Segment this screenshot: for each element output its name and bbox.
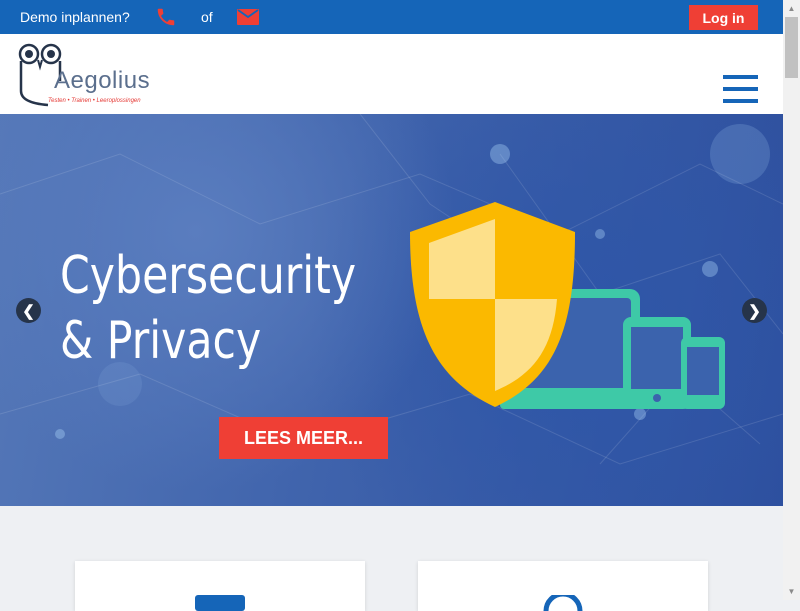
phone-icon[interactable] xyxy=(155,6,177,28)
laptop-icon xyxy=(195,595,245,611)
lees-meer-button[interactable]: LEES MEER... xyxy=(219,417,388,459)
chevron-left-icon[interactable]: ❮ xyxy=(16,298,41,323)
login-button[interactable]: Log in xyxy=(689,5,758,30)
logo[interactable]: Aegolius Testen • Trainen • Leeroplossin… xyxy=(18,43,168,109)
security-shield-illustration xyxy=(410,202,725,409)
feature-card[interactable] xyxy=(75,561,365,611)
feature-card[interactable] xyxy=(418,561,708,611)
scroll-up-arrow-icon[interactable]: ▲ xyxy=(783,0,800,17)
site-header: Aegolius Testen • Trainen • Leeroplossin… xyxy=(0,34,783,114)
scroll-down-arrow-icon[interactable]: ▼ xyxy=(783,583,800,600)
hero-title-line2: & Privacy xyxy=(60,311,262,371)
scrollbar-thumb[interactable] xyxy=(785,17,798,78)
or-text: of xyxy=(201,9,213,25)
hero-title-line1: Cybersecurity xyxy=(60,246,357,306)
logo-tagline: Testen • Trainen • Leeroplossingen xyxy=(48,98,141,104)
menu-line xyxy=(723,87,758,91)
hamburger-menu-icon[interactable] xyxy=(723,75,758,104)
menu-line xyxy=(723,75,758,79)
demo-text: Demo inplannen? xyxy=(20,9,130,25)
top-bar: Demo inplannen? of Log in xyxy=(0,0,783,34)
chevron-right-icon[interactable]: ❯ xyxy=(742,298,767,323)
globe-icon xyxy=(543,595,583,611)
logo-name: Aegolius xyxy=(54,67,151,94)
mail-icon[interactable] xyxy=(237,9,259,25)
page-scrollbar[interactable]: ▲ ▼ xyxy=(783,0,800,600)
hero-slider: Cybersecurity & Privacy ❮ ❯ LEES MEER... xyxy=(0,114,783,506)
menu-line xyxy=(723,99,758,103)
